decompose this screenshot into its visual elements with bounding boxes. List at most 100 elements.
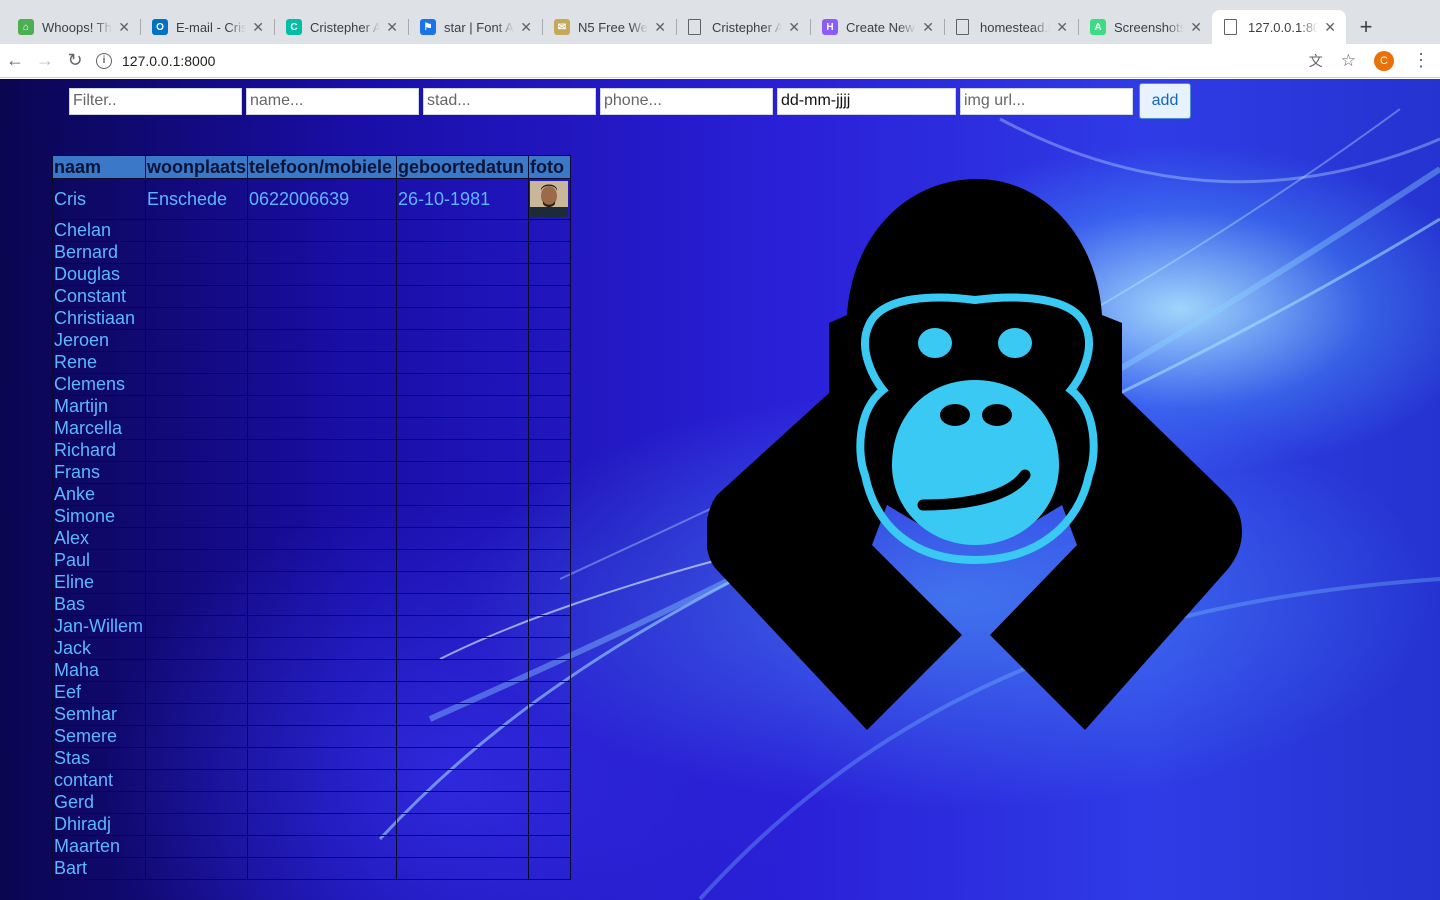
cell-empty	[528, 307, 572, 330]
browser-tab[interactable]: homestead.t ✕	[944, 10, 1078, 44]
close-tab-icon[interactable]: ✕	[788, 19, 800, 36]
cell-empty	[247, 593, 398, 616]
cell-empty	[247, 725, 398, 748]
cell-empty	[144, 615, 249, 638]
browser-tab[interactable]: 127.0.0.1:800 ✕	[1212, 10, 1346, 44]
tab-title: Cristepher A	[712, 19, 783, 35]
browser-tab[interactable]: ⌂ Whoops! The ✕	[6, 10, 140, 44]
add-button[interactable]: add	[1139, 83, 1191, 119]
table-row: Frans	[52, 461, 572, 484]
cell-naam: Maarten	[52, 835, 146, 858]
address-bar[interactable]: i 127.0.0.1:8000	[96, 47, 1271, 75]
table-row: Christiaan	[52, 307, 572, 330]
close-tab-icon[interactable]: ✕	[520, 19, 532, 36]
cell-empty	[396, 747, 530, 770]
cell-empty	[528, 439, 572, 462]
cell-empty	[144, 505, 249, 528]
browser-tab[interactable]: Cristepher A ✕	[676, 10, 810, 44]
profile-avatar[interactable]: C	[1374, 50, 1394, 71]
browser-tab[interactable]: O E-mail - Cris ✕	[140, 10, 274, 44]
close-tab-icon[interactable]: ✕	[1190, 19, 1202, 36]
cell-naam: Bart	[52, 857, 146, 880]
table-row: Semere	[52, 725, 572, 748]
cell-empty	[144, 285, 249, 308]
table-row: Bas	[52, 593, 572, 616]
table-row: Stas	[52, 747, 572, 770]
cell-empty	[247, 263, 398, 286]
browser-tab[interactable]: C Cristepher A ✕	[274, 10, 408, 44]
cell-empty	[144, 571, 249, 594]
menu-kebab-icon[interactable]: ⋮	[1412, 50, 1430, 71]
tab-title: E-mail - Cris	[176, 19, 247, 35]
cell-naam: Jan-Willem	[52, 615, 146, 638]
cell-empty	[528, 813, 572, 836]
cell-empty	[144, 483, 249, 506]
new-tab-button[interactable]: +	[1350, 10, 1382, 44]
cell-empty	[144, 395, 249, 418]
close-tab-icon[interactable]: ✕	[252, 19, 264, 36]
reload-icon[interactable]: ↻	[60, 46, 90, 76]
cell-empty	[528, 219, 572, 242]
cell-empty	[396, 703, 530, 726]
cell-empty	[396, 593, 530, 616]
cell-empty	[247, 395, 398, 418]
cell-empty	[144, 703, 249, 726]
cell-naam: Gerd	[52, 791, 146, 814]
filter-input[interactable]	[69, 87, 242, 115]
name-input[interactable]	[246, 87, 419, 115]
cell-empty	[396, 725, 530, 748]
browser-tab[interactable]: ✉ N5 Free Web ✕	[542, 10, 676, 44]
cell-empty	[247, 351, 398, 374]
cell-empty	[396, 241, 530, 264]
cell-empty	[144, 725, 249, 748]
cell-empty	[396, 219, 530, 242]
image-url-input[interactable]	[960, 87, 1133, 115]
table-row: Maha	[52, 659, 572, 682]
close-tab-icon[interactable]: ✕	[922, 19, 934, 36]
close-tab-icon[interactable]: ✕	[654, 19, 666, 36]
cell-empty	[396, 835, 530, 858]
cell-empty	[396, 857, 530, 880]
header-telefoon: telefoon/mobiele	[247, 155, 398, 179]
city-input[interactable]	[423, 87, 596, 115]
close-tab-icon[interactable]: ✕	[118, 19, 130, 36]
table-row: Bart	[52, 857, 572, 880]
browser-tab[interactable]: ⚑ star | Font A ✕	[408, 10, 542, 44]
table-row: Jan-Willem	[52, 615, 572, 638]
cell-empty	[144, 461, 249, 484]
close-tab-icon[interactable]: ✕	[1056, 19, 1068, 36]
cell-empty	[144, 593, 249, 616]
cell-empty	[528, 351, 572, 374]
cell-naam: Eline	[52, 571, 146, 594]
cell-empty	[247, 571, 398, 594]
info-icon[interactable]: i	[96, 52, 112, 69]
cell-empty	[396, 615, 530, 638]
table-row: Semhar	[52, 703, 572, 726]
page-icon	[688, 19, 701, 35]
cell-naam: Cris	[52, 178, 146, 220]
tab-title: 127.0.0.1:800	[1248, 19, 1319, 35]
birthdate-input[interactable]	[777, 87, 956, 115]
phone-input[interactable]	[600, 87, 773, 115]
envelope-icon: ✉	[554, 19, 570, 35]
bookmark-star-icon[interactable]: ☆	[1341, 51, 1356, 71]
cell-empty	[247, 769, 398, 792]
translate-icon[interactable]: 文	[1309, 51, 1323, 71]
cell-empty	[247, 681, 398, 704]
close-tab-icon[interactable]: ✕	[386, 19, 398, 36]
page-content: add naam woonplaats telefoon/mobiele geb…	[0, 79, 1440, 900]
close-tab-icon[interactable]: ✕	[1324, 19, 1336, 36]
cell-naam: Clemens	[52, 373, 146, 396]
table-row: Constant	[52, 285, 572, 308]
cell-empty	[528, 505, 572, 528]
cell-naam: Chelan	[52, 219, 146, 242]
cell-naam: contant	[52, 769, 146, 792]
cell-empty	[396, 681, 530, 704]
forward-arrow-icon[interactable]: →	[30, 46, 60, 76]
cell-foto	[528, 178, 572, 220]
cell-empty	[396, 373, 530, 396]
cell-empty	[528, 263, 572, 286]
browser-tab[interactable]: A Screenshots ✕	[1078, 10, 1212, 44]
back-arrow-icon[interactable]: ←	[0, 46, 30, 76]
browser-tab[interactable]: H Create New ✕	[810, 10, 944, 44]
